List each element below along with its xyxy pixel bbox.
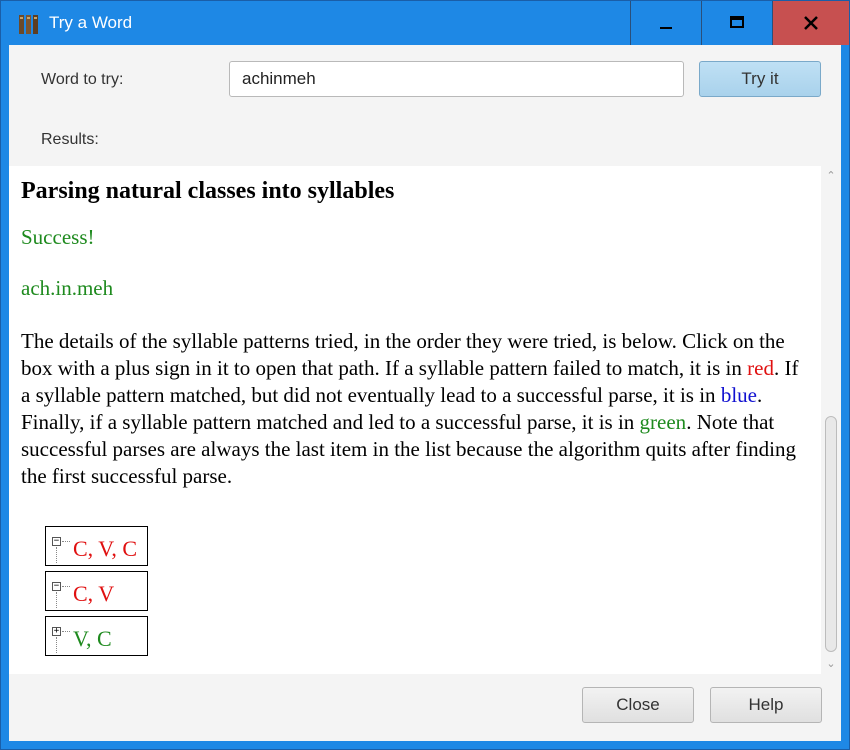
try-it-button[interactable]: Try it <box>699 61 821 97</box>
word-label: Word to try: <box>41 71 124 88</box>
tree-connector <box>62 586 70 587</box>
results-heading: Parsing natural classes into syllables <box>21 178 395 204</box>
title-bar[interactable]: Try a Word <box>1 1 849 45</box>
results-label: Results: <box>41 131 99 148</box>
dialog-body: Word to try: achinmeh Try it Results: Pa… <box>9 45 841 741</box>
maximize-icon <box>730 16 744 28</box>
red-word: red <box>747 356 774 380</box>
expand-toggle-icon[interactable]: + <box>52 627 61 636</box>
scroll-up-icon[interactable]: ⌃ <box>825 170 837 182</box>
word-input[interactable]: achinmeh <box>229 61 684 97</box>
details-paragraph: The details of the syllable patterns tri… <box>21 328 811 490</box>
window-title: Try a Word <box>49 13 133 32</box>
tree-node-label: C, V, C <box>73 536 138 561</box>
minimize-button[interactable] <box>630 1 700 45</box>
collapse-toggle-icon[interactable]: − <box>52 537 61 546</box>
parse-status: Success! <box>21 225 95 249</box>
scroll-down-icon[interactable]: ⌄ <box>825 658 837 670</box>
tree-connector <box>56 592 58 608</box>
blue-word: blue <box>720 383 757 407</box>
maximize-button[interactable] <box>701 1 771 45</box>
tree-node[interactable]: − C, V <box>45 571 148 611</box>
tree-connector <box>62 631 70 632</box>
results-pane[interactable]: Parsing natural classes into syllables S… <box>9 166 841 674</box>
collapse-toggle-icon[interactable]: − <box>52 582 61 591</box>
green-word: green <box>639 410 687 434</box>
close-icon <box>804 16 818 30</box>
details-text-1: The details of the syllable patterns tri… <box>21 329 785 380</box>
tree-node-label: V, C <box>73 626 112 651</box>
tree-node-label: C, V <box>73 581 115 606</box>
tree-connector <box>56 547 58 563</box>
minimize-icon <box>660 27 672 29</box>
app-window: Try a Word Word to try: achinmeh Try it … <box>0 0 850 750</box>
tree-connector <box>56 637 58 653</box>
books-icon <box>19 15 38 34</box>
scrollbar-thumb[interactable] <box>825 416 837 652</box>
close-button[interactable]: Close <box>582 687 694 723</box>
help-button[interactable]: Help <box>710 687 822 723</box>
results-content: Parsing natural classes into syllables S… <box>21 166 811 490</box>
close-window-button[interactable] <box>772 1 849 45</box>
tree-node[interactable]: − C, V, C <box>45 526 148 566</box>
tree-node[interactable]: + V, C <box>45 616 148 656</box>
vertical-scrollbar[interactable]: ⌃ ⌄ <box>821 166 841 674</box>
tree-connector <box>62 541 70 542</box>
parse-result: ach.in.meh <box>21 276 114 300</box>
